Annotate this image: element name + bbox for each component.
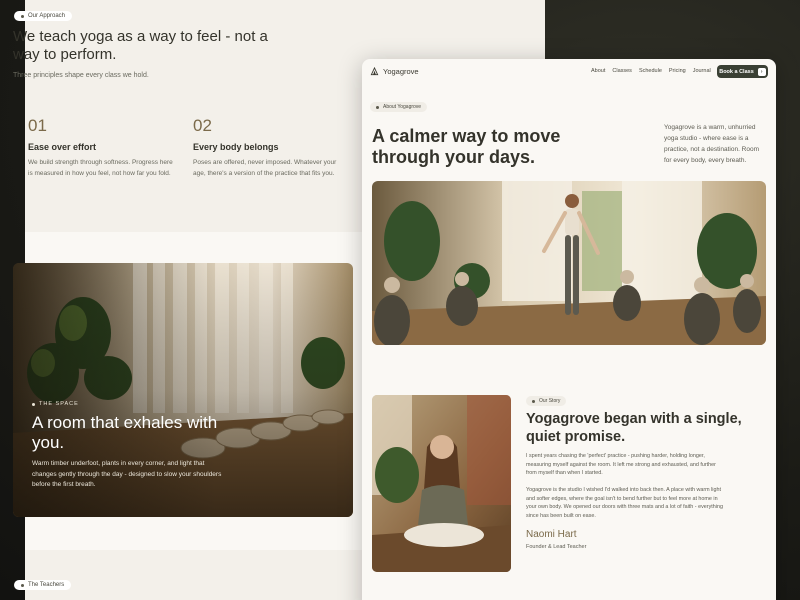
dot-icon <box>376 105 379 109</box>
approach-pill: Our Approach <box>14 11 73 21</box>
dot-icon <box>532 399 535 403</box>
book-class-button[interactable]: Book a Class › <box>717 65 768 78</box>
founder-name: Naomi Hart <box>526 529 577 540</box>
top-nav: Yogagrove About Classes Schedule Pricing… <box>362 59 776 85</box>
book-class-label: Book a Class <box>719 68 754 75</box>
space-text: THE SPACE A room that exhales with you. … <box>32 401 232 491</box>
nav-item-about[interactable]: About <box>591 68 605 74</box>
teachers-pill: The Teachers <box>14 580 72 590</box>
teachers-pill-label: The Teachers <box>28 582 65 588</box>
space-title: A room that exhales with you. <box>32 413 218 452</box>
nav-item-schedule[interactable]: Schedule <box>639 68 662 74</box>
brand-logo[interactable]: Yogagrove <box>370 67 419 76</box>
space-eyebrow-label: THE SPACE <box>39 401 79 407</box>
founder-role: Founder & Lead Teacher <box>526 544 587 550</box>
space-image-card: THE SPACE A room that exhales with you. … <box>13 263 353 517</box>
nav-item-classes[interactable]: Classes <box>612 68 632 74</box>
story-paragraph: Yogagrove is the studio I wished I'd wal… <box>526 487 723 519</box>
principle-title: Ease over effort <box>28 142 97 152</box>
dot-icon <box>21 583 24 587</box>
nav-item-journal[interactable]: Journal <box>693 68 711 74</box>
approach-title: We teach yoga as a way to feel - not a w… <box>13 28 268 63</box>
founder-portrait <box>372 395 511 572</box>
story-paragraph: I spent years chasing the 'perfect' prac… <box>526 453 716 477</box>
space-body: Warm timber underfoot, plants in every c… <box>32 460 222 488</box>
lotus-icon <box>370 67 379 76</box>
story-pill-label: Our Story <box>539 398 561 404</box>
about-pill: About Yogagrove <box>370 102 428 112</box>
approach-subtitle: Three principles shape every class we ho… <box>13 72 149 79</box>
hero-title: A calmer way to move through your days. <box>372 126 561 167</box>
nav-links: About Classes Schedule Pricing Journal <box>591 68 711 74</box>
hero-class-photo <box>372 181 766 345</box>
principle-body: We build strength through softness. Prog… <box>28 159 173 177</box>
yoga-class-photo <box>372 181 766 345</box>
principle-number: 01 <box>28 116 47 135</box>
principle-card: 02 Every body belongs Poses are offered,… <box>193 116 343 179</box>
space-eyebrow: THE SPACE <box>32 401 232 407</box>
nav-item-pricing[interactable]: Pricing <box>669 68 686 74</box>
approach-pill-label: Our Approach <box>28 13 66 19</box>
story-title: Yogagrove began with a single, quiet pro… <box>526 411 742 445</box>
dot-icon <box>32 402 35 406</box>
founder-photo <box>372 395 511 572</box>
about-page: Yogagrove About Classes Schedule Pricing… <box>362 59 776 600</box>
principle-card: 01 Ease over effort We build strength th… <box>28 116 178 179</box>
hero-description: Yogagrove is a warm, unhurried yoga stud… <box>664 124 760 164</box>
arrow-right-icon: › <box>757 67 766 76</box>
brand-name: Yogagrove <box>383 67 419 76</box>
principle-title: Every body belongs <box>193 142 279 152</box>
dot-icon <box>21 14 24 18</box>
principle-body: Poses are offered, never imposed. Whatev… <box>193 159 337 177</box>
principle-number: 02 <box>193 116 212 135</box>
about-pill-label: About Yogagrove <box>383 104 422 110</box>
story-pill: Our Story <box>526 396 567 406</box>
